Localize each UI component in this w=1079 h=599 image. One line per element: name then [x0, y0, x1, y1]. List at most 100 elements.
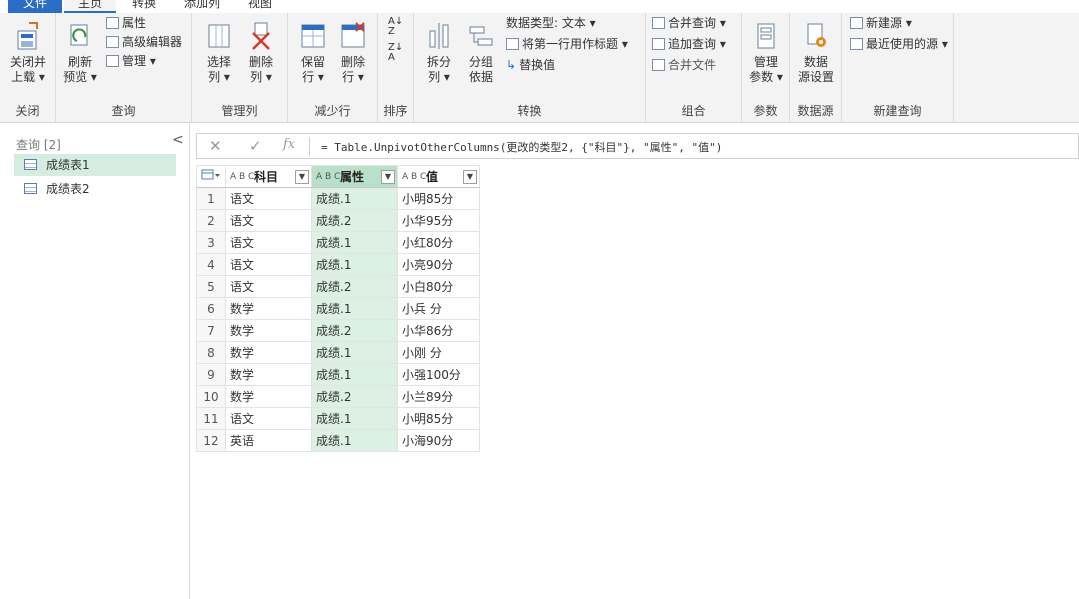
new-source-button[interactable]: 新建源 ▾ [850, 15, 912, 31]
cell-attribute[interactable]: 成绩.1 [311, 363, 398, 386]
cell-attribute[interactable]: 成绩.1 [311, 231, 398, 254]
row-number[interactable]: 11 [196, 407, 226, 430]
table-row: 4 语文 成绩.1 小亮90分 [196, 253, 480, 276]
group-by-button[interactable]: 分组 依据 [462, 21, 500, 85]
row-number[interactable]: 12 [196, 429, 226, 452]
cell-subject[interactable]: 语文 [225, 209, 312, 232]
column-header-attribute[interactable]: A B C 属性 ▼ [311, 165, 398, 188]
cell-value[interactable]: 小明85分 [397, 407, 480, 430]
manage-parameters-button[interactable]: 管理 参数 ▾ [746, 21, 786, 85]
recent-sources-button[interactable]: 最近使用的源 ▾ [850, 36, 948, 52]
append-queries-icon [652, 38, 665, 50]
sort-ascending-button[interactable]: A↓ Z [388, 17, 403, 37]
cell-attribute[interactable]: 成绩.1 [311, 187, 398, 210]
cell-subject[interactable]: 数学 [225, 385, 312, 408]
fx-button[interactable]: fx [283, 137, 295, 152]
cell-value[interactable]: 小强100分 [397, 363, 480, 386]
tab-home[interactable]: 主页 [64, 0, 116, 13]
cell-value[interactable]: 小兵 分 [397, 297, 480, 320]
replace-values-button[interactable]: ↳ 替换值 [506, 57, 555, 73]
group-label-parameters: 参数 [753, 104, 778, 118]
group-parameters: 管理 参数 ▾ 参数 [742, 13, 790, 123]
row-number[interactable]: 1 [196, 187, 226, 210]
close-and-load-button[interactable]: 关闭并 上载 ▾ [6, 21, 50, 85]
cell-attribute[interactable]: 成绩.2 [311, 319, 398, 342]
remove-columns-button[interactable]: 删除 列 ▾ [242, 21, 280, 85]
cell-subject[interactable]: 英语 [225, 429, 312, 452]
cell-subject[interactable]: 数学 [225, 319, 312, 342]
formula-input[interactable]: = Table.UnpivotOtherColumns(更改的类型2, {"科目… [321, 139, 722, 155]
cell-subject[interactable]: 数学 [225, 363, 312, 386]
cell-subject[interactable]: 语文 [225, 187, 312, 210]
cell-value[interactable]: 小华86分 [397, 319, 480, 342]
filter-dropdown-icon[interactable]: ▼ [463, 169, 477, 184]
merge-queries-button[interactable]: 合并查询 ▾ [652, 15, 726, 31]
use-first-row-as-headers-button[interactable]: 将第一行用作标题 ▾ [506, 36, 628, 52]
row-number[interactable]: 3 [196, 231, 226, 254]
data-source-settings-button[interactable]: 数据 源设置 [794, 21, 838, 85]
cell-subject[interactable]: 语文 [225, 407, 312, 430]
data-type-dropdown[interactable]: 数据类型: 文本 ▾ [506, 15, 596, 31]
remove-rows-icon [340, 21, 366, 51]
column-header-subject[interactable]: A B C 科目 ▼ [225, 165, 312, 188]
row-number[interactable]: 9 [196, 363, 226, 386]
row-number[interactable]: 5 [196, 275, 226, 298]
cell-value[interactable]: 小海90分 [397, 429, 480, 452]
row-number[interactable]: 10 [196, 385, 226, 408]
keep-rows-button[interactable]: 保留 行 ▾ [294, 21, 332, 85]
cell-value[interactable]: 小白80分 [397, 275, 480, 298]
cell-attribute[interactable]: 成绩.2 [311, 385, 398, 408]
cell-value[interactable]: 小红80分 [397, 231, 480, 254]
tab-file[interactable]: 文件 [8, 0, 62, 13]
cell-subject[interactable]: 语文 [225, 253, 312, 276]
cell-attribute[interactable]: 成绩.2 [311, 275, 398, 298]
cell-attribute[interactable]: 成绩.2 [311, 209, 398, 232]
cell-attribute[interactable]: 成绩.1 [311, 407, 398, 430]
confirm-formula-button[interactable]: ✓ [249, 137, 262, 155]
cell-subject[interactable]: 数学 [225, 341, 312, 364]
group-label-close: 关闭 [15, 104, 40, 118]
cancel-formula-button[interactable]: ✕ [209, 137, 222, 155]
cell-attribute[interactable]: 成绩.1 [311, 341, 398, 364]
cell-subject[interactable]: 语文 [225, 275, 312, 298]
combine-files-button[interactable]: 合并文件 [652, 57, 716, 73]
append-queries-button[interactable]: 追加查询 ▾ [652, 36, 726, 52]
row-number[interactable]: 7 [196, 319, 226, 342]
cell-subject[interactable]: 数学 [225, 297, 312, 320]
split-column-button[interactable]: 拆分 列 ▾ [420, 21, 458, 85]
column-header-value[interactable]: A B C 值 ▼ [397, 165, 480, 188]
refresh-preview-button[interactable]: 刷新 预览 ▾ [62, 21, 98, 85]
advanced-editor-button[interactable]: 高级编辑器 [106, 34, 182, 50]
cell-attribute[interactable]: 成绩.1 [311, 253, 398, 276]
filter-dropdown-icon[interactable]: ▼ [295, 169, 309, 184]
tab-view[interactable]: 视图 [240, 0, 280, 13]
table-icon [24, 159, 37, 170]
text-type-icon: A B C [316, 171, 341, 182]
properties-button[interactable]: 属性 [106, 15, 146, 31]
split-column-icon [426, 21, 452, 51]
collapse-pane-icon[interactable]: < [172, 132, 184, 148]
filter-dropdown-icon[interactable]: ▼ [381, 169, 395, 184]
tab-transform[interactable]: 转换 [124, 0, 164, 13]
manage-button[interactable]: 管理 ▾ [106, 53, 156, 69]
cell-value[interactable]: 小华95分 [397, 209, 480, 232]
row-number[interactable]: 4 [196, 253, 226, 276]
tab-add-column[interactable]: 添加列 [176, 0, 228, 13]
cell-attribute[interactable]: 成绩.1 [311, 297, 398, 320]
row-number[interactable]: 8 [196, 341, 226, 364]
table-row: 8 数学 成绩.1 小刚 分 [196, 341, 480, 364]
table-menu-icon[interactable] [196, 165, 226, 188]
sort-descending-button[interactable]: Z↓ A [388, 43, 403, 63]
cell-value[interactable]: 小刚 分 [397, 341, 480, 364]
query-item[interactable]: 成绩表1 [14, 154, 176, 176]
cell-value[interactable]: 小明85分 [397, 187, 480, 210]
cell-subject[interactable]: 语文 [225, 231, 312, 254]
query-item[interactable]: 成绩表2 [14, 178, 176, 200]
cell-value[interactable]: 小亮90分 [397, 253, 480, 276]
row-number[interactable]: 2 [196, 209, 226, 232]
row-number[interactable]: 6 [196, 297, 226, 320]
remove-rows-button[interactable]: 删除 行 ▾ [334, 21, 372, 85]
cell-value[interactable]: 小兰89分 [397, 385, 480, 408]
choose-columns-button[interactable]: 选择 列 ▾ [200, 21, 238, 85]
cell-attribute[interactable]: 成绩.1 [311, 429, 398, 452]
